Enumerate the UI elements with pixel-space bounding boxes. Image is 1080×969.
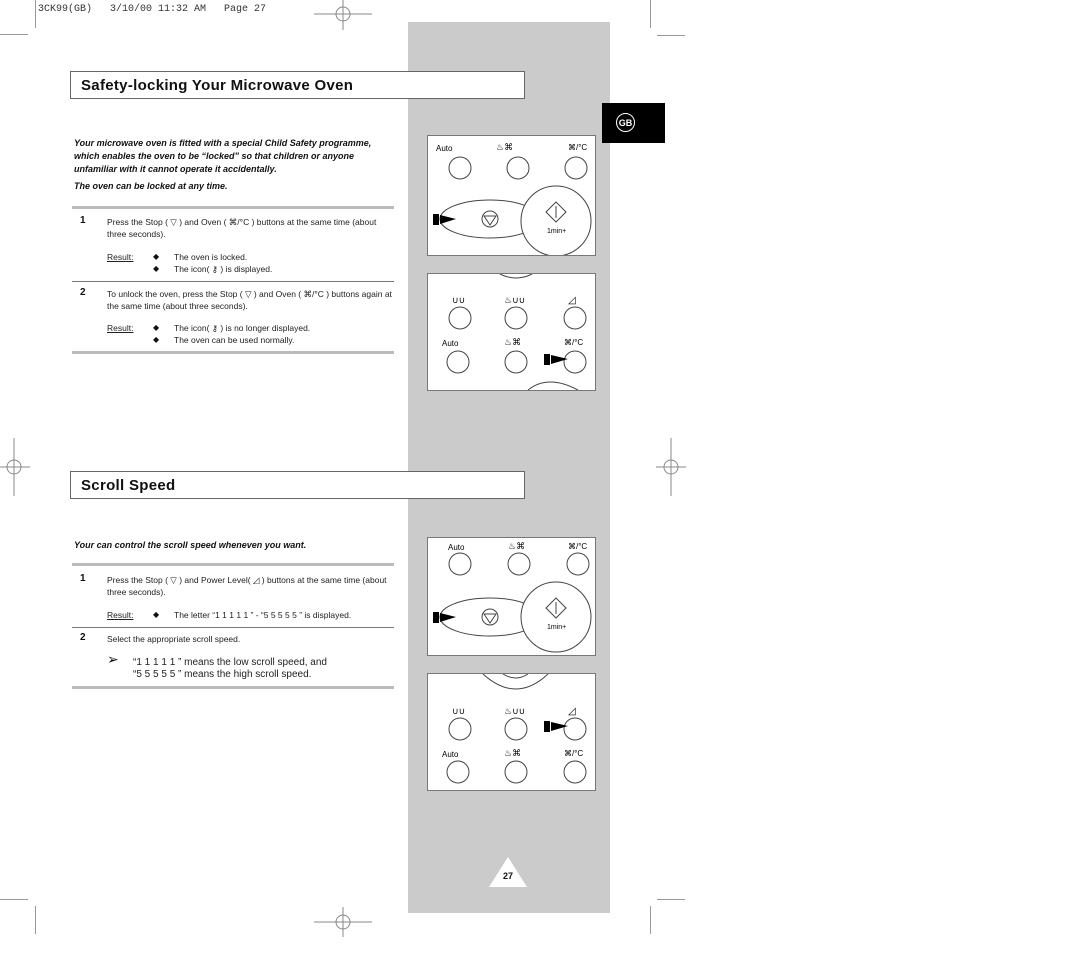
- divider: [72, 686, 394, 689]
- note-arrow-icon: ➢: [107, 651, 119, 667]
- result-item: The icon( ⚷ ) is no longer displayed.: [174, 323, 311, 333]
- power-button: [563, 717, 587, 741]
- auto-button: [448, 156, 472, 180]
- control-panel-illustration: ∪∪ ♨∪∪ ◿ Auto ♨⌘ ⌘/°C: [427, 673, 596, 791]
- registration-mark-top: [314, 0, 372, 30]
- oven-button: [564, 156, 588, 180]
- svg-text:⌘/°C: ⌘/°C: [568, 542, 587, 551]
- step-number: 1: [80, 573, 86, 584]
- result-label: Result:: [107, 610, 134, 620]
- print-slug: 3CK99(GB) 3/10/00 11:32 AM Page 27: [38, 4, 267, 15]
- power-label: ◿: [568, 295, 576, 306]
- pointer-arrow-icon: [433, 612, 439, 623]
- one-min-label: 1min+: [547, 228, 566, 235]
- step-text: Press the Stop ( ▽ ) and Power Level( ◿ …: [107, 575, 387, 597]
- control-panel-drawing: Auto ♨⌘ ⌘/°C 1min+: [433, 142, 592, 257]
- section-title-safety-locking: Safety-locking Your Microwave Oven: [70, 71, 525, 99]
- pointer-arrow-icon: [433, 214, 439, 225]
- step-text: Press the Stop ( ▽ ) and Oven ( ⌘/°C ) b…: [107, 217, 377, 239]
- control-panel-illustration: Auto ♨⌘ ⌘/°C 1min+: [427, 135, 596, 257]
- crop-mark: [0, 899, 28, 900]
- divider: [72, 351, 394, 354]
- step-number: 1: [80, 215, 86, 226]
- result-item: The letter “1 1 1 1 1 ” - “5 5 5 5 5 ” i…: [174, 610, 352, 620]
- svg-text:♨⌘: ♨⌘: [504, 337, 521, 347]
- svg-text:∪∪: ∪∪: [452, 706, 465, 716]
- note-text: “1 1 1 1 1 ” means the low scroll speed,…: [133, 657, 327, 668]
- pointer-arrow-icon: [544, 354, 550, 365]
- registration-mark-bottom: [314, 907, 372, 937]
- auto-label: Auto: [436, 144, 453, 153]
- defrost-fan-label: ♨⌘: [496, 142, 513, 152]
- divider: [72, 627, 394, 628]
- language-tab-label: GB: [616, 113, 635, 132]
- result-item: The oven is locked.: [174, 252, 248, 262]
- defrost-fan-button: [506, 156, 530, 180]
- section-intro: Your microwave oven is fitted with a spe…: [74, 138, 372, 174]
- page-number: 27: [502, 871, 513, 881]
- svg-text:1min+: 1min+: [547, 624, 566, 631]
- language-tab: GB: [602, 103, 665, 143]
- divider: [72, 281, 394, 282]
- control-panel-illustration: Auto ♨⌘ ⌘/°C 1min+: [427, 537, 596, 656]
- svg-text:♨∪∪: ♨∪∪: [504, 706, 525, 716]
- registration-mark-right: [656, 438, 686, 496]
- svg-text:⌘/°C: ⌘/°C: [564, 338, 583, 347]
- bullet-icon: ◆: [153, 323, 160, 332]
- svg-text:Auto: Auto: [442, 750, 459, 759]
- crop-mark: [0, 34, 28, 35]
- defrost-micro-label: ♨∪∪: [504, 295, 525, 305]
- bullet-icon: ◆: [153, 610, 160, 619]
- svg-text:⌘/°C: ⌘/°C: [564, 749, 583, 758]
- start-button: [520, 185, 592, 257]
- micro-label: ∪∪: [452, 295, 465, 305]
- crop-mark: [35, 0, 36, 28]
- crop-mark: [650, 906, 651, 934]
- result-label: Result:: [107, 323, 134, 333]
- result-label: Result:: [107, 252, 134, 262]
- bullet-icon: ◆: [153, 335, 160, 344]
- oven-label: ⌘/°C: [568, 143, 587, 152]
- crop-mark: [650, 0, 651, 28]
- svg-text:Auto: Auto: [442, 339, 459, 348]
- crop-mark: [657, 899, 685, 900]
- svg-text:♨⌘: ♨⌘: [508, 541, 525, 551]
- oven-button: [563, 350, 587, 374]
- section-intro: Your can control the scroll speed whenev…: [74, 540, 307, 550]
- bullet-icon: ◆: [153, 264, 160, 273]
- divider: [72, 206, 394, 209]
- svg-text:Auto: Auto: [448, 543, 465, 552]
- svg-text:♨⌘: ♨⌘: [504, 748, 521, 758]
- control-panel-drawing: ∪∪ ♨∪∪ ◿ Auto ♨⌘ ⌘/°C: [442, 273, 587, 391]
- section-title-scroll-speed: Scroll Speed: [70, 471, 525, 499]
- crop-mark: [35, 906, 36, 934]
- section-intro-note: The oven can be locked at any time.: [74, 181, 228, 191]
- result-item: The icon( ⚷ ) is displayed.: [174, 264, 273, 274]
- result-item: The oven can be used normally.: [174, 335, 295, 345]
- note-text: “5 5 5 5 5 ” means the high scroll speed…: [133, 669, 312, 680]
- step-text: Select the appropriate scroll speed.: [107, 634, 241, 644]
- divider: [72, 563, 394, 566]
- crop-mark: [657, 35, 685, 36]
- step-number: 2: [80, 287, 86, 298]
- registration-mark-left: [0, 438, 30, 496]
- step-number: 2: [80, 632, 86, 643]
- pointer-arrow-icon: [544, 721, 550, 732]
- step-text: To unlock the oven, press the Stop ( ▽ )…: [107, 289, 392, 311]
- bullet-icon: ◆: [153, 252, 160, 261]
- control-panel-illustration: ∪∪ ♨∪∪ ◿ Auto ♨⌘ ⌘/°C: [427, 273, 596, 391]
- svg-text:◿: ◿: [568, 706, 576, 717]
